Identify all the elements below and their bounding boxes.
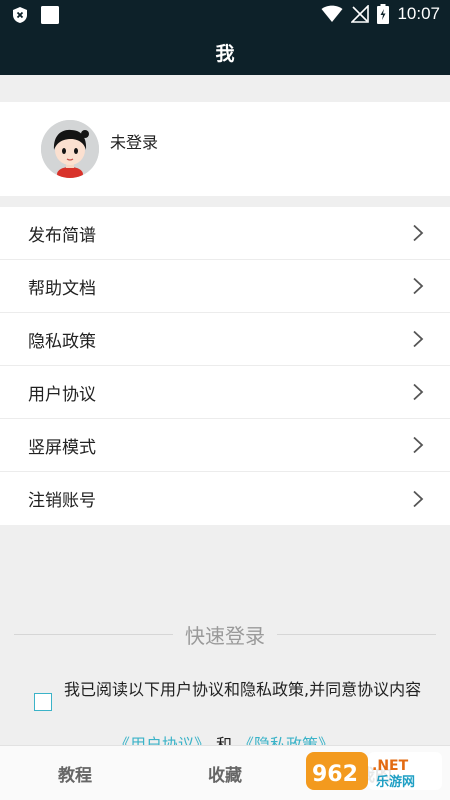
no-signal-icon	[351, 5, 370, 23]
quick-login-divider: 快速登录	[14, 620, 436, 648]
chevron-right-icon	[413, 224, 424, 242]
menu-item-label: 隐私政策	[28, 331, 96, 352]
menu-item-portrait-mode[interactable]: 竖屏模式	[0, 419, 450, 472]
agreement-text: 我已阅读以下用户协议和隐私政策,并同意协议内容	[64, 680, 422, 699]
chevron-right-icon	[413, 330, 424, 348]
site-watermark-logo: 962 .NET 乐游网	[306, 752, 442, 790]
chevron-right-icon	[413, 436, 424, 454]
cartoon-avatar-icon	[41, 120, 99, 178]
menu-item-label: 帮助文档	[28, 278, 96, 299]
page-title: 我	[215, 43, 235, 65]
battery-charging-icon	[377, 4, 390, 24]
title-bar: 我	[0, 30, 450, 75]
status-bar: 10:07	[0, 0, 450, 30]
menu-item-help-docs[interactable]: 帮助文档	[0, 260, 450, 313]
settings-menu: 发布简谱 帮助文档 隐私政策 用户协议 竖屏模式 注销账号	[0, 207, 450, 525]
quick-login-title: 快速登录	[185, 623, 265, 648]
agreement-checkbox[interactable]	[34, 693, 52, 711]
chevron-right-icon	[413, 277, 424, 295]
wifi-icon	[321, 5, 343, 22]
chevron-right-icon	[413, 383, 424, 401]
tab-favorites[interactable]: 收藏	[150, 746, 300, 800]
menu-item-label: 竖屏模式	[28, 437, 96, 458]
menu-item-label: 用户协议	[28, 384, 96, 405]
menu-item-label: 发布简谱	[28, 225, 96, 246]
shield-x-icon	[13, 7, 27, 23]
profile-card[interactable]: 未登录	[0, 102, 450, 196]
login-status[interactable]: 未登录	[110, 129, 158, 153]
menu-item-label: 注销账号	[28, 491, 96, 511]
svg-text:962: 962	[312, 762, 358, 787]
svg-text:.NET: .NET	[372, 758, 409, 774]
menu-item-delete-account[interactable]: 注销账号	[0, 472, 450, 525]
menu-item-user-agreement[interactable]: 用户协议	[0, 366, 450, 419]
avatar[interactable]	[41, 120, 99, 178]
chevron-right-icon	[413, 490, 424, 507]
divider-line	[14, 633, 173, 635]
clock-time: 10:07	[397, 4, 440, 23]
menu-item-publish-score[interactable]: 发布简谱	[0, 207, 450, 260]
divider-line	[277, 633, 436, 635]
notification-square-icon	[41, 6, 59, 24]
tab-tutorial[interactable]: 教程	[0, 746, 150, 800]
menu-item-privacy-policy[interactable]: 隐私政策	[0, 313, 450, 366]
svg-text:乐游网: 乐游网	[376, 774, 415, 790]
